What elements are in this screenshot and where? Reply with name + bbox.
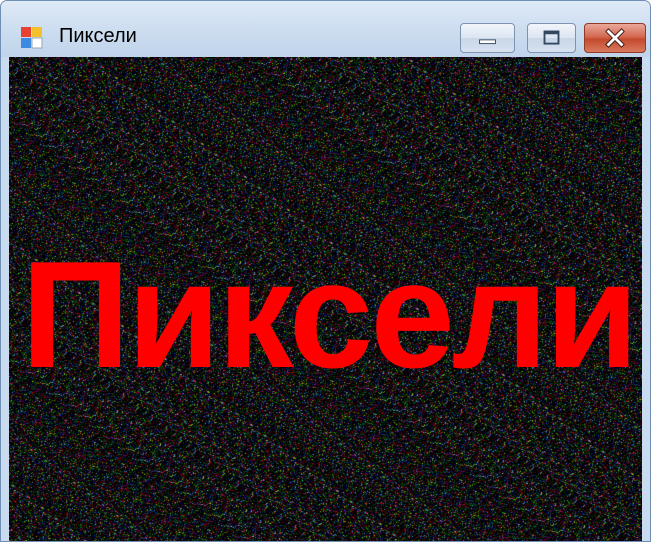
window-title: Пиксели xyxy=(59,25,137,47)
app-window: Пиксели Пиксели xyxy=(0,0,651,542)
close-icon xyxy=(605,28,625,48)
app-icon[interactable] xyxy=(21,27,43,49)
minimize-icon xyxy=(479,39,496,45)
minimize-button[interactable] xyxy=(460,23,515,53)
title-bar[interactable]: Пиксели xyxy=(1,1,650,57)
pixels-caption: Пиксели xyxy=(21,230,639,400)
maximize-button[interactable] xyxy=(527,23,576,53)
maximize-icon xyxy=(543,30,560,45)
drawing-surface[interactable]: Пиксели xyxy=(9,57,642,541)
close-button[interactable] xyxy=(584,23,646,53)
